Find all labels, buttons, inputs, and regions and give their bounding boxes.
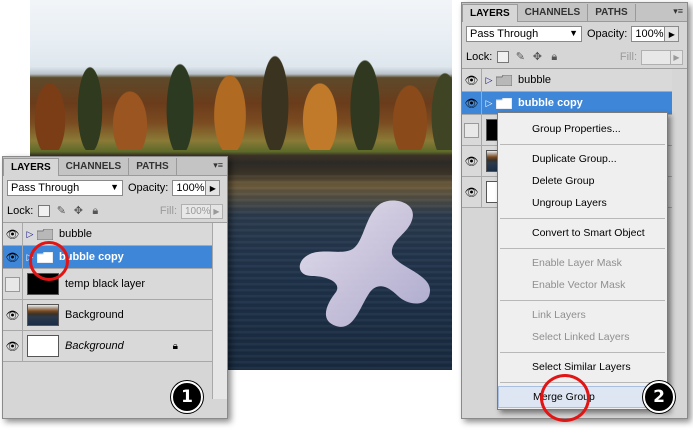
fill-input[interactable]: [641, 49, 671, 65]
layer-row-bubble[interactable]: 👁︎ ▷ bubble: [462, 69, 672, 92]
visibility-eye-icon[interactable]: 👁︎: [462, 146, 482, 176]
opacity-slider-button[interactable]: ▶: [206, 180, 221, 196]
opacity-slider-button[interactable]: ▶: [665, 26, 680, 42]
lock-transparent-icon[interactable]: [38, 205, 51, 217]
layer-thumbnail: [27, 335, 59, 357]
layers-panel-left: LAYERS CHANNELS PATHS ▾≡ Pass Through ▼ …: [2, 156, 228, 419]
scrollbar[interactable]: [212, 223, 227, 399]
lock-label: Lock:: [7, 205, 34, 217]
lock-position-move-icon[interactable]: ✥: [72, 205, 84, 217]
menu-item-delete-group[interactable]: Delete Group: [498, 170, 667, 192]
menu-item-duplicate-group[interactable]: Duplicate Group...: [498, 148, 667, 170]
layer-name: bubble: [518, 74, 552, 86]
tab-channels[interactable]: CHANNELS: [59, 158, 130, 175]
lock-icon: 🔒︎: [172, 340, 178, 352]
menu-item-link-layers: Link Layers: [532, 309, 586, 321]
folder-icon: [496, 74, 512, 86]
panel-menu-icon[interactable]: ▾≡: [673, 6, 683, 17]
visibility-eye-icon[interactable]: 👁︎: [3, 246, 23, 268]
fill-label: Fill:: [619, 51, 637, 63]
chevron-down-icon: ▼: [110, 182, 119, 192]
lock-label: Lock:: [466, 51, 493, 63]
lock-transparent-icon[interactable]: [497, 51, 510, 63]
panel-tabs: LAYERS CHANNELS PATHS ▾≡: [3, 157, 227, 176]
visibility-eye-icon[interactable]: 👁︎: [462, 69, 482, 91]
layer-name: temp black layer: [65, 278, 146, 290]
tab-channels[interactable]: CHANNELS: [518, 4, 589, 21]
blend-mode-value: Pass Through: [11, 182, 80, 194]
menu-item-enable-vector-mask: Enable Vector Mask: [532, 279, 626, 291]
chevron-down-icon: ▼: [569, 28, 578, 38]
layer-thumbnail: [27, 304, 59, 326]
visibility-eye-icon[interactable]: [3, 269, 23, 299]
panel-tabs: LAYERS CHANNELS PATHS ▾≡: [462, 3, 687, 22]
layer-row-background[interactable]: 👁︎ Background: [3, 300, 212, 331]
panel-menu-icon[interactable]: ▾≡: [213, 160, 223, 171]
layer-row-background-locked[interactable]: 👁︎ Background 🔒︎: [3, 331, 212, 362]
fill-label: Fill:: [159, 205, 177, 217]
layer-name: Background: [65, 340, 124, 352]
lock-position-move-icon[interactable]: ✥: [531, 51, 543, 63]
visibility-eye-icon[interactable]: [462, 115, 482, 145]
annotation-circle-left: [29, 241, 69, 281]
visibility-eye-icon[interactable]: 👁︎: [3, 331, 23, 361]
fill-slider-button[interactable]: ▶: [671, 49, 683, 65]
lock-image-brush-icon[interactable]: ✎: [514, 51, 526, 63]
menu-item-select-similar-layers[interactable]: Select Similar Layers: [498, 356, 667, 378]
menu-item-group-properties[interactable]: Group Properties...: [498, 118, 667, 140]
menu-item-select-linked-layers: Select Linked Layers: [532, 331, 630, 343]
folder-icon: [496, 97, 512, 109]
expand-triangle-icon[interactable]: ▷: [482, 98, 496, 109]
menu-item-enable-layer-mask: Enable Layer Mask: [532, 257, 622, 269]
layer-name: bubble copy: [518, 97, 583, 109]
visibility-eye-icon[interactable]: 👁︎: [3, 223, 23, 245]
expand-triangle-icon[interactable]: ▷: [23, 229, 37, 240]
menu-separator: [500, 218, 665, 219]
tab-paths[interactable]: PATHS: [129, 158, 177, 175]
visibility-eye-icon[interactable]: 👁︎: [462, 177, 482, 207]
menu-item-ungroup-layers[interactable]: Ungroup Layers: [498, 192, 667, 214]
step-marker-2: 2: [643, 381, 675, 413]
menu-separator: [500, 144, 665, 145]
layer-row-bubble[interactable]: 👁︎ ▷ bubble: [3, 223, 212, 246]
blend-mode-select[interactable]: Pass Through ▼: [7, 180, 123, 196]
opacity-input[interactable]: 100%: [172, 180, 207, 196]
fill-slider-button[interactable]: ▶: [211, 203, 223, 219]
visibility-eye-icon[interactable]: 👁︎: [3, 300, 23, 330]
fill-input[interactable]: 100%: [181, 203, 211, 219]
tab-layers[interactable]: LAYERS: [3, 158, 59, 176]
lock-image-brush-icon[interactable]: ✎: [55, 205, 67, 217]
folder-icon: [37, 228, 53, 240]
bubble-shape: [299, 200, 430, 327]
annotation-circle-right: [540, 374, 590, 422]
menu-separator: [500, 300, 665, 301]
expand-triangle-icon[interactable]: ▷: [482, 75, 496, 86]
autumn-trees: [30, 30, 452, 150]
step-marker-1: 1: [171, 381, 203, 413]
opacity-label: Opacity:: [587, 28, 628, 40]
tab-paths[interactable]: PATHS: [588, 4, 636, 21]
layer-name: bubble: [59, 228, 93, 240]
menu-item-convert-smart-object[interactable]: Convert to Smart Object: [498, 222, 667, 244]
tab-layers[interactable]: LAYERS: [462, 4, 518, 22]
blend-mode-value: Pass Through: [470, 28, 539, 40]
layer-context-menu: Group Properties... Duplicate Group... D…: [497, 112, 668, 410]
menu-separator: [500, 248, 665, 249]
opacity-label: Opacity:: [128, 182, 169, 194]
lock-all-icon[interactable]: 🔒︎: [548, 51, 560, 63]
visibility-eye-icon[interactable]: 👁︎: [462, 92, 482, 114]
lock-all-icon[interactable]: 🔒︎: [89, 205, 101, 217]
menu-separator: [500, 352, 665, 353]
layer-name: Background: [65, 309, 124, 321]
opacity-input[interactable]: 100%: [631, 26, 666, 42]
blend-mode-select[interactable]: Pass Through ▼: [466, 26, 582, 42]
